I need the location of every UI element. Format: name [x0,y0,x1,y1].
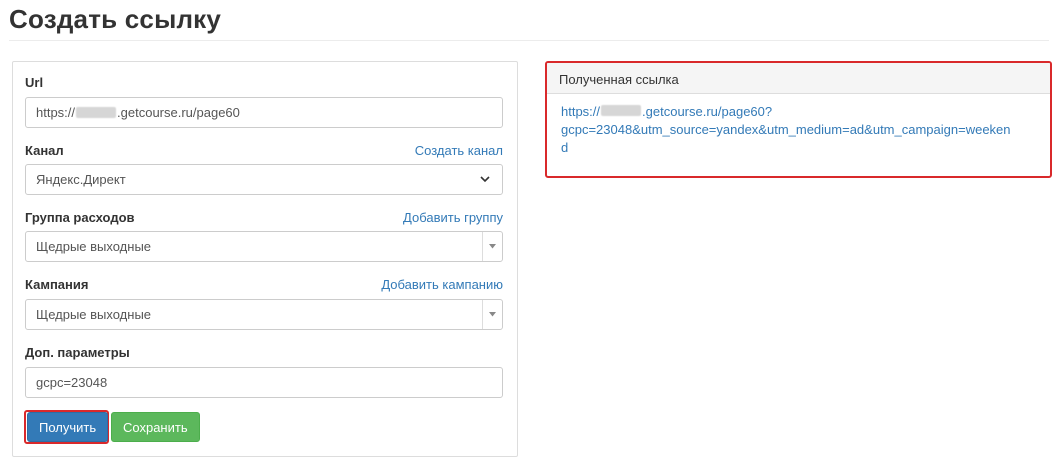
extra-params-input[interactable] [25,367,503,398]
page-title: Создать ссылку [9,4,222,34]
url-label: Url [25,75,44,90]
extra-params-label: Доп. параметры [25,345,130,360]
dropdown-arrow-icon[interactable] [482,300,502,329]
title-divider [9,40,1049,41]
save-button[interactable]: Сохранить [111,412,200,442]
redacted-subdomain [76,107,117,118]
create-channel-link[interactable]: Создать канал [415,143,503,158]
campaign-selected: Щедрые выходные [36,307,152,322]
dropdown-arrow-icon[interactable] [482,232,502,261]
url-input[interactable]: https:// .getcourse.ru/page60 [25,97,503,128]
generated-link-line1: .getcourse.ru/page60? [642,104,773,119]
generated-link-line3: d [561,140,569,155]
channel-select[interactable]: Яндекс.Директ [25,164,503,195]
channel-label: Канал [25,143,64,158]
result-body: https:// .getcourse.ru/page60? gcpc=23048… [547,94,1050,157]
get-link-button[interactable]: Получить [27,412,109,442]
generated-link[interactable]: https:// .getcourse.ru/page60? gcpc=23048… [561,104,1011,155]
campaign-label: Кампания [25,277,89,292]
generated-link-prefix: https:// [561,104,601,119]
generated-link-line2: gcpc=23048&utm_source=yandex&utm_medium=… [561,122,1011,137]
redacted-subdomain [601,105,642,116]
result-link-panel: Полученная ссылка https:// .getcourse.ru/… [545,61,1052,178]
chevron-down-icon [478,173,492,187]
page: Создать ссылку Url https:// .getcourse.r… [0,0,1058,461]
link-form-panel: Url https:// .getcourse.ru/page60 Канал … [12,61,518,457]
add-group-link[interactable]: Добавить группу [403,210,503,225]
url-value-suffix: .getcourse.ru/page60 [117,105,240,120]
expense-group-select[interactable]: Щедрые выходные [25,231,503,262]
expense-group-label: Группа расходов [25,210,135,225]
add-campaign-link[interactable]: Добавить кампанию [381,277,503,292]
expense-group-selected: Щедрые выходные [36,239,152,254]
url-value-prefix: https:// [36,105,76,120]
channel-selected: Яндекс.Директ [36,172,126,187]
campaign-select[interactable]: Щедрые выходные [25,299,503,330]
result-header: Полученная ссылка [547,63,1050,94]
